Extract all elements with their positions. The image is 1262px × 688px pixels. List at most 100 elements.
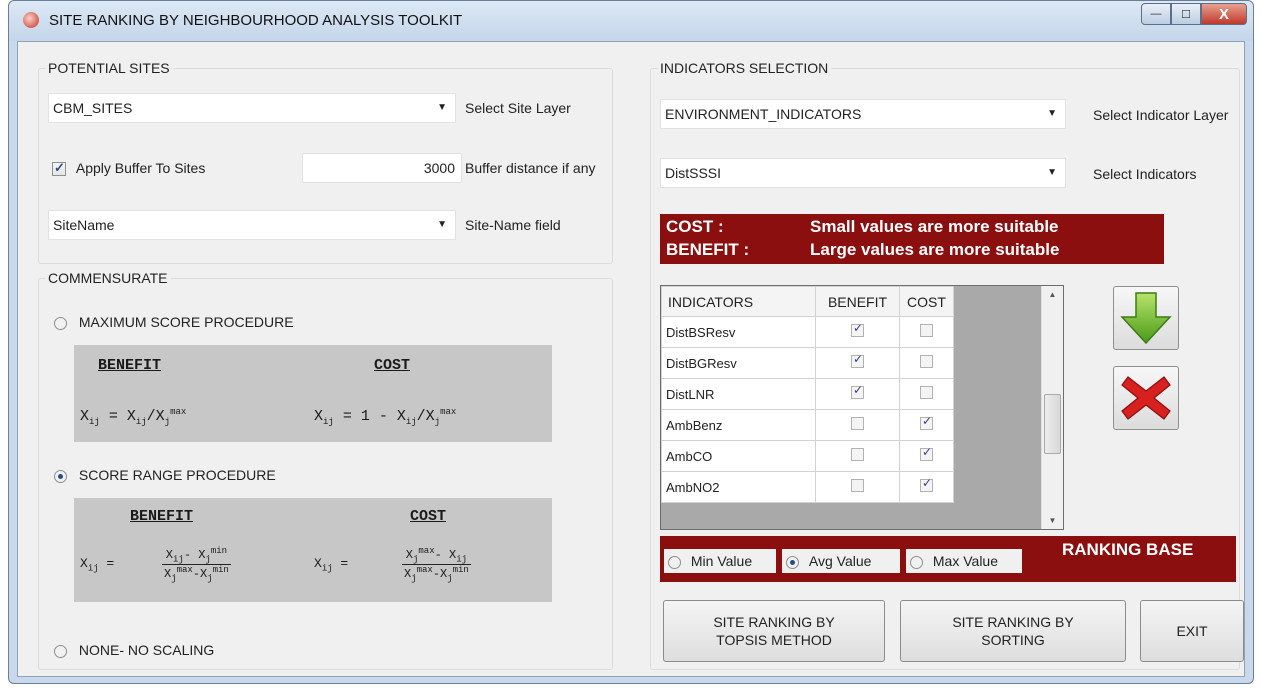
benefit-cell[interactable]: [815, 409, 900, 441]
grid-header-benefit[interactable]: BENEFIT: [815, 286, 900, 317]
maximize-button[interactable]: ☐: [1171, 3, 1201, 25]
grid-header-indicators[interactable]: INDICATORS: [661, 286, 816, 317]
down-arrow-icon: [1120, 292, 1172, 345]
commensurate-legend: COMMENSURATE: [48, 270, 168, 286]
table-row[interactable]: AmbNO2: [661, 471, 954, 503]
table-row[interactable]: DistLNR: [661, 378, 954, 410]
cost-checkbox[interactable]: [920, 476, 933, 492]
site-layer-select[interactable]: CBM_SITES ▼: [48, 93, 456, 123]
table-row[interactable]: AmbBenz: [661, 409, 954, 441]
benefit-checkbox[interactable]: [851, 448, 864, 461]
max-value-radio[interactable]: Max Value: [906, 549, 1022, 573]
benefit-checkbox[interactable]: [851, 321, 864, 337]
max-score-radio[interactable]: MAXIMUM SCORE PROCEDURE: [54, 314, 294, 330]
chevron-down-icon: ▼: [1047, 167, 1057, 178]
cost-checkbox[interactable]: [920, 445, 933, 461]
radio-icon: [910, 555, 923, 569]
apply-buffer-label: Apply Buffer To Sites: [75, 160, 206, 176]
table-row[interactable]: DistBGResv: [661, 347, 954, 379]
cost-benefit-note: COST : Small values are more suitable BE…: [660, 214, 1164, 264]
window-title: SITE RANKING BY NEIGHBOURHOOD ANALYSIS T…: [49, 12, 463, 29]
exit-button[interactable]: EXIT: [1140, 600, 1244, 662]
remove-indicator-button[interactable]: [1113, 366, 1179, 430]
score-range-formula: BENEFIT COST Xij = Xij- Xjmin Xjmax-Xjmi…: [74, 498, 552, 602]
form-client-area: POTENTIAL SITES CBM_SITES ▼ Select Site …: [17, 41, 1245, 677]
indicator-name-cell: DistBGResv: [661, 347, 816, 379]
add-indicator-button[interactable]: [1113, 286, 1179, 350]
site-name-select[interactable]: SiteName ▼: [48, 210, 456, 240]
cost-cell[interactable]: [899, 378, 954, 410]
topsis-ranking-button[interactable]: SITE RANKING BY TOPSIS METHOD: [663, 600, 885, 662]
note-cost-key: COST :: [666, 217, 724, 236]
benefit-cell[interactable]: [815, 471, 900, 503]
checkbox-icon: [52, 160, 66, 177]
grid-header-row: INDICATORS BENEFIT COST: [661, 286, 954, 317]
benefit-checkbox[interactable]: [851, 352, 864, 368]
topsis-line-2: TOPSIS METHOD: [716, 632, 832, 648]
indicators-grid[interactable]: INDICATORS BENEFIT COST DistBSResvDistBG…: [660, 285, 1064, 530]
cost-cell[interactable]: [899, 316, 954, 348]
indicators-selection-legend: INDICATORS SELECTION: [660, 60, 829, 76]
cost-cell[interactable]: [899, 347, 954, 379]
site-layer-label: Select Site Layer: [465, 100, 571, 116]
avg-value-label: Avg Value: [808, 553, 872, 569]
min-value-radio[interactable]: Min Value: [664, 549, 776, 573]
max-score-label: MAXIMUM SCORE PROCEDURE: [78, 314, 294, 330]
cost-cell[interactable]: [899, 471, 954, 503]
min-value-label: Min Value: [690, 553, 753, 569]
benefit-checkbox[interactable]: [851, 417, 864, 430]
potential-sites-legend: POTENTIAL SITES: [48, 60, 170, 76]
scroll-up-icon[interactable]: ▲: [1042, 290, 1063, 299]
radio-icon: [786, 555, 799, 569]
benefit-cell[interactable]: [815, 378, 900, 410]
grid-vertical-scrollbar[interactable]: ▲ ▼: [1041, 286, 1063, 529]
cost-fraction: Xjmax- Xij Xjmax-Xjmin: [402, 546, 471, 584]
benefit-fraction: Xij- Xjmin Xjmax-Xjmin: [162, 546, 231, 584]
radio-icon: [54, 469, 67, 483]
scroll-down-icon[interactable]: ▼: [1042, 516, 1063, 525]
benefit-cell[interactable]: [815, 347, 900, 379]
note-benefit-text: Large values are more suitable: [810, 240, 1060, 259]
radio-icon: [668, 555, 681, 569]
table-row[interactable]: AmbCO: [661, 440, 954, 472]
radio-icon: [54, 316, 67, 330]
minimize-button[interactable]: —: [1141, 3, 1171, 25]
score-range-radio[interactable]: SCORE RANGE PROCEDURE: [54, 467, 276, 483]
indicator-name-cell: DistBSResv: [661, 316, 816, 348]
benefit-cell[interactable]: [815, 440, 900, 472]
no-scaling-radio[interactable]: NONE- NO SCALING: [54, 642, 214, 658]
avg-value-radio[interactable]: Avg Value: [782, 549, 900, 573]
benefit-cell[interactable]: [815, 316, 900, 348]
cost-checkbox[interactable]: [920, 386, 933, 399]
benefit-heading: BENEFIT: [130, 508, 194, 525]
sorting-ranking-button[interactable]: SITE RANKING BY SORTING: [900, 600, 1126, 662]
note-benefit-key: BENEFIT :: [666, 240, 750, 259]
app-icon: [23, 12, 39, 28]
cost-checkbox[interactable]: [920, 355, 933, 368]
grid-header-cost[interactable]: COST: [899, 286, 954, 317]
cost-checkbox[interactable]: [920, 414, 933, 430]
cost-checkbox[interactable]: [920, 324, 933, 337]
buffer-distance-input[interactable]: 3000: [302, 153, 462, 183]
benefit-heading: BENEFIT: [98, 357, 162, 374]
site-layer-value: CBM_SITES: [53, 100, 133, 116]
no-scaling-label: NONE- NO SCALING: [78, 642, 215, 658]
table-row[interactable]: DistBSResv: [661, 316, 954, 348]
chevron-down-icon: ▼: [437, 102, 447, 113]
close-button[interactable]: X: [1201, 3, 1247, 25]
apply-buffer-checkbox[interactable]: Apply Buffer To Sites: [52, 160, 206, 177]
site-name-value: SiteName: [53, 217, 115, 233]
scroll-thumb[interactable]: [1044, 394, 1061, 454]
cost-cell[interactable]: [899, 409, 954, 441]
indicator-name-cell: AmbCO: [661, 440, 816, 472]
cost-heading: COST: [410, 508, 447, 525]
cost-heading: COST: [374, 357, 411, 374]
cost-cell[interactable]: [899, 440, 954, 472]
window-controls: — ☐ X: [1141, 3, 1247, 25]
indicator-select[interactable]: DistSSSI ▼: [660, 158, 1066, 188]
chevron-down-icon: ▼: [437, 219, 447, 230]
indicator-layer-select[interactable]: ENVIRONMENT_INDICATORS ▼: [660, 99, 1066, 129]
benefit-checkbox[interactable]: [851, 383, 864, 399]
indicator-name-cell: AmbNO2: [661, 471, 816, 503]
benefit-checkbox[interactable]: [851, 479, 864, 492]
